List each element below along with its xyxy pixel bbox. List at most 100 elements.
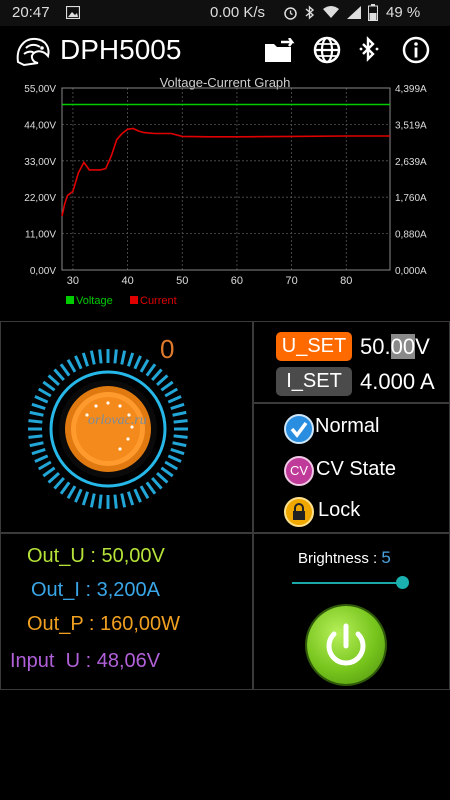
knob-tick — [145, 363, 157, 377]
knob-tick — [151, 368, 163, 381]
power-button[interactable] — [307, 606, 385, 684]
signal-icon — [347, 6, 361, 19]
series-line-current — [61, 127, 390, 217]
lock-icon[interactable] — [284, 497, 314, 527]
knob-tick — [172, 441, 187, 448]
battery-percent: 49 % — [386, 4, 421, 21]
knob-tick — [113, 494, 118, 509]
legend-label-voltage: Voltage — [76, 295, 113, 307]
y-tick-label-left: 22,00V — [24, 193, 56, 204]
y-tick-label-right: 4,399A — [395, 84, 427, 95]
out-u-reading: Out_U : 50,00V — [27, 545, 165, 567]
knob-tick — [37, 387, 52, 398]
adjust-knob[interactable] — [24, 345, 192, 513]
legend-label-current: Current — [140, 295, 177, 307]
knob-tick — [156, 374, 169, 386]
i-set-button[interactable]: I_SET — [276, 367, 352, 396]
input-u-reading: Input U : 48,06V — [10, 650, 161, 672]
x-tick-label: 50 — [176, 275, 188, 287]
knob-tick — [34, 395, 49, 404]
knob-tick — [81, 491, 90, 506]
y-axis-right: 4,399A 3,519A 2,639A 1,760A 0,880A 0,000A — [395, 84, 427, 277]
y-tick-label-right: 0,880A — [395, 230, 427, 241]
chart-grid — [61, 87, 391, 271]
app-logo-icon — [16, 37, 50, 67]
y-tick-label-left: 44,00V — [24, 120, 56, 131]
power-icon — [326, 623, 366, 666]
lock-label: Lock — [318, 499, 361, 521]
knob-tick — [37, 460, 52, 471]
knob-tick — [74, 488, 83, 503]
knob-tick — [173, 434, 188, 439]
i-set-value[interactable]: 4.000 A — [360, 369, 435, 395]
legend-swatch-current — [130, 296, 138, 304]
knob-tick — [170, 447, 185, 456]
net-speed: 0.00 K/s — [210, 4, 266, 21]
y-tick-label-right: 3,519A — [395, 120, 427, 131]
out-p-reading: Out_P : 160,00W — [27, 613, 181, 635]
app-title: DPH5005 — [60, 34, 182, 65]
y-tick-label-left: 33,00V — [24, 157, 56, 168]
knob-tick — [28, 419, 43, 424]
knob-tick — [126, 491, 135, 506]
cv-state-icon: CV — [284, 456, 314, 486]
open-folder-icon[interactable] — [264, 38, 298, 65]
knob-tick — [167, 395, 182, 404]
app-bar: DPH5005 — [0, 26, 450, 76]
y-tick-label-right: 2,639A — [395, 157, 427, 168]
normal-label: Normal — [315, 415, 380, 437]
knob-tick — [160, 466, 174, 478]
knob-tick — [66, 485, 77, 500]
brightness-slider-thumb[interactable] — [396, 576, 409, 589]
globe-icon[interactable] — [313, 36, 341, 64]
x-axis: 30 40 50 60 70 80 — [67, 275, 353, 287]
x-tick-label: 80 — [340, 275, 352, 287]
knob-tick — [151, 477, 163, 490]
battery-icon — [368, 4, 378, 21]
knob-tick — [139, 358, 150, 373]
plot-border — [61, 87, 391, 271]
knob-tick — [173, 419, 188, 424]
watermark-text: orlovac.ru — [88, 413, 147, 428]
y-tick-label-left: 0,00V — [30, 266, 56, 277]
knob-tick — [172, 410, 187, 417]
knob-tick — [59, 363, 71, 377]
knob-tick — [120, 493, 127, 508]
knob-tick — [167, 454, 182, 463]
knob-tick — [29, 441, 44, 448]
brightness-value: 5 — [381, 548, 391, 567]
status-time: 20:47 — [12, 4, 50, 21]
knob-tick — [31, 447, 46, 456]
knob-tick — [98, 349, 103, 364]
info-icon[interactable] — [402, 36, 430, 64]
knob-tick — [164, 460, 179, 471]
x-tick-label: 40 — [121, 275, 133, 287]
bluetooth-status-icon — [305, 5, 315, 20]
chart-legend: Voltage Current — [66, 295, 177, 307]
x-tick-label: 70 — [285, 275, 297, 287]
knob-value: 0 — [160, 334, 175, 364]
y-tick-label-left: 11,00V — [25, 230, 56, 241]
knob-tick — [126, 352, 135, 367]
brightness-slider[interactable] — [292, 582, 402, 584]
y-tick-label-left: 55,00V — [24, 84, 56, 95]
knob-tick — [133, 355, 142, 370]
knob-tick — [89, 493, 96, 508]
u-set-selected-digits[interactable]: 00 — [390, 334, 416, 359]
chart-series — [61, 103, 390, 217]
bluetooth-icon[interactable] — [358, 36, 382, 64]
x-tick-label: 30 — [67, 275, 79, 287]
knob-tick — [42, 380, 56, 392]
normal-check-icon[interactable] — [284, 414, 314, 444]
y-axis-left: 55,00V 44,00V 33,00V 22,00V 11,00V 0,00V — [24, 84, 56, 277]
voltage-current-graph: Voltage-Current Graph 55,00V44,00V33,00V… — [24, 76, 427, 307]
knob-tick — [53, 368, 65, 381]
knob-tick — [89, 350, 96, 365]
knob-tick — [164, 387, 179, 398]
u-set-button[interactable]: U_SET — [276, 332, 352, 361]
knob-tick — [59, 481, 71, 495]
wifi-icon — [323, 6, 339, 18]
knob-tick — [47, 472, 60, 484]
u-set-value[interactable]: 50.00V — [360, 334, 430, 360]
x-tick-label: 60 — [231, 275, 243, 287]
